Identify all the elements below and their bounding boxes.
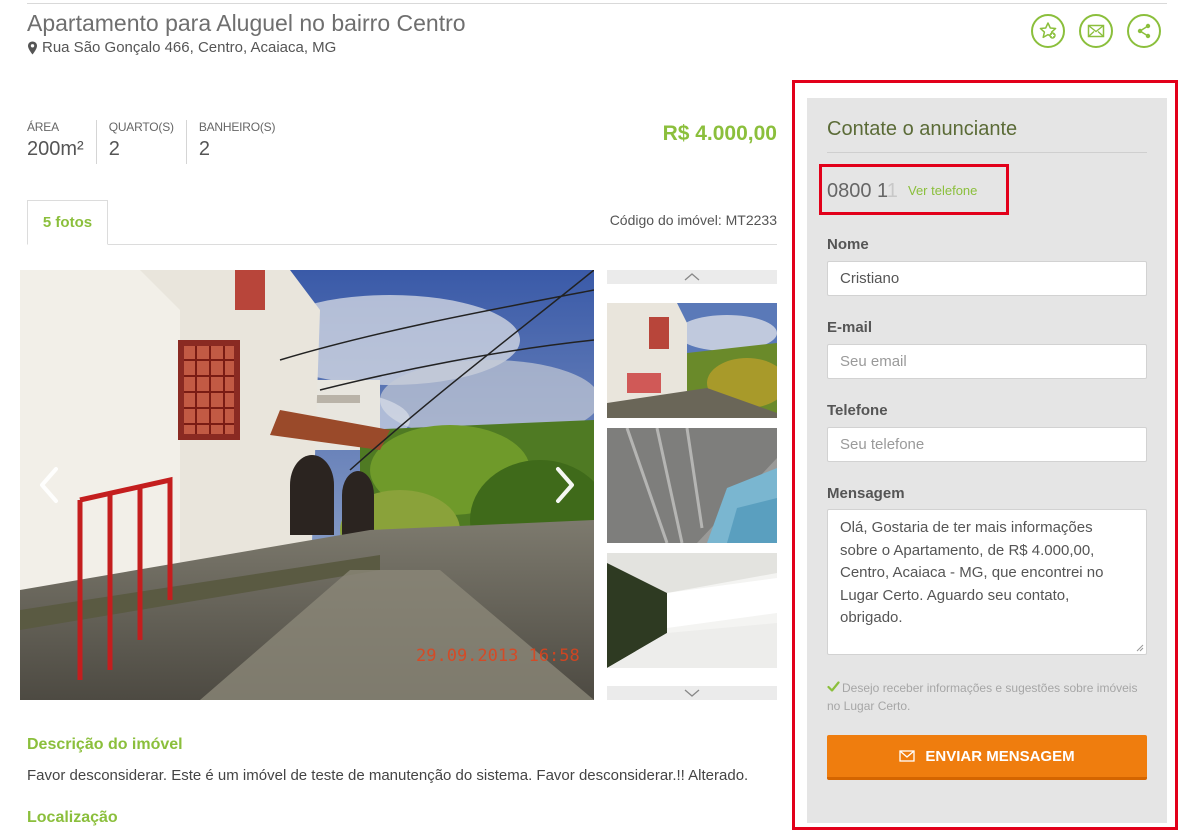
thumbnail-strip: [607, 270, 777, 700]
chevron-right-icon[interactable]: [550, 465, 580, 505]
checkmark-icon[interactable]: [827, 680, 840, 693]
consent-checkbox-row[interactable]: Desejo receber informações e sugestões s…: [827, 679, 1147, 715]
listing-specs: ÁREA 200m² QUARTO(S) 2 BANHEIRO(S) 2: [27, 120, 299, 164]
email-button[interactable]: [1079, 14, 1113, 48]
spec-value: 2: [108, 138, 120, 160]
address-text: Rua São Gonçalo 466, Centro, Acaiaca, MG: [42, 39, 337, 56]
spec-label: ÁREA: [27, 120, 59, 134]
message-label: Mensagem: [827, 485, 905, 502]
resize-grip-icon[interactable]: [1136, 644, 1144, 652]
location-title: Localização: [27, 809, 118, 826]
spec-label: QUARTO(S): [108, 120, 174, 134]
show-phone-link[interactable]: Ver telefone: [908, 183, 977, 198]
thumbnail-2[interactable]: [607, 428, 777, 543]
name-field[interactable]: Cristiano: [827, 261, 1147, 296]
chevron-down-icon: [684, 689, 700, 697]
spec-bedrooms: QUARTO(S) 2: [109, 120, 187, 164]
main-photo[interactable]: 29.09.2013 16:58: [20, 270, 594, 700]
thumbnail-1[interactable]: [607, 303, 777, 418]
listing-price: R$ 4.000,00: [662, 122, 777, 145]
main-photo-image: [20, 270, 594, 700]
envelope-icon: [899, 750, 916, 762]
phone-digits: 0800 1: [827, 180, 887, 202]
consent-text: Desejo receber informações e sugestões s…: [827, 681, 1138, 713]
listing-title: Apartamento para Aluguel no bairro Centr…: [27, 10, 466, 36]
phone-field[interactable]: Seu telefone: [827, 427, 1147, 462]
favorite-button[interactable]: [1031, 14, 1065, 48]
phone-digits-masked: 1: [886, 180, 898, 202]
description-text: Favor desconsiderar. Este é um imóvel de…: [27, 767, 749, 784]
email-field[interactable]: Seu email: [827, 344, 1147, 379]
share-button[interactable]: [1127, 14, 1161, 48]
property-code: Código do imóvel: MT2233: [609, 212, 777, 228]
chevron-left-icon[interactable]: [34, 465, 64, 505]
spec-label: BANHEIRO(S): [198, 120, 276, 134]
email-icon: [1087, 24, 1105, 38]
thumbnail-image: [607, 553, 777, 668]
photo-timestamp: 29.09.2013 16:58: [416, 646, 580, 666]
message-field[interactable]: Olá, Gostaria de ter mais informações so…: [827, 509, 1147, 655]
phone-label: Telefone: [827, 402, 888, 419]
thumbnail-image: [607, 303, 777, 418]
spec-value: 2: [198, 138, 210, 160]
spec-area: ÁREA 200m²: [27, 120, 97, 164]
gallery-tabs: 5 fotos Código do imóvel: MT2233: [27, 200, 777, 245]
send-message-button[interactable]: ENVIAR MENSAGEM: [827, 735, 1147, 780]
message-text: Olá, Gostaria de ter mais informações so…: [840, 519, 1104, 626]
send-button-label: ENVIAR MENSAGEM: [925, 747, 1075, 765]
share-icon: [1137, 23, 1151, 39]
listing-address: Rua São Gonçalo 466, Centro, Acaiaca, MG: [27, 39, 336, 56]
phone-number-partial: 0800 11: [827, 180, 898, 203]
thumbs-scroll-up[interactable]: [607, 270, 777, 284]
favorite-star-icon: [1039, 22, 1057, 39]
tab-photos[interactable]: 5 fotos: [27, 200, 108, 245]
spec-bathrooms: BANHEIRO(S) 2: [199, 120, 287, 164]
thumbnail-3[interactable]: [607, 553, 777, 668]
spec-value: 200m²: [27, 138, 84, 160]
listing-actions: [1031, 14, 1161, 48]
description-title: Descrição do imóvel: [27, 736, 183, 753]
top-divider: [27, 3, 1167, 4]
thumbs-scroll-down[interactable]: [607, 686, 777, 700]
email-label: E-mail: [827, 319, 873, 336]
contact-panel-title: Contate o anunciante: [827, 118, 1018, 140]
name-label: Nome: [827, 236, 869, 253]
chevron-up-icon: [684, 273, 700, 281]
map-pin-icon: [28, 41, 37, 54]
contact-panel-divider: [827, 152, 1147, 153]
thumbnail-image: [607, 428, 777, 543]
